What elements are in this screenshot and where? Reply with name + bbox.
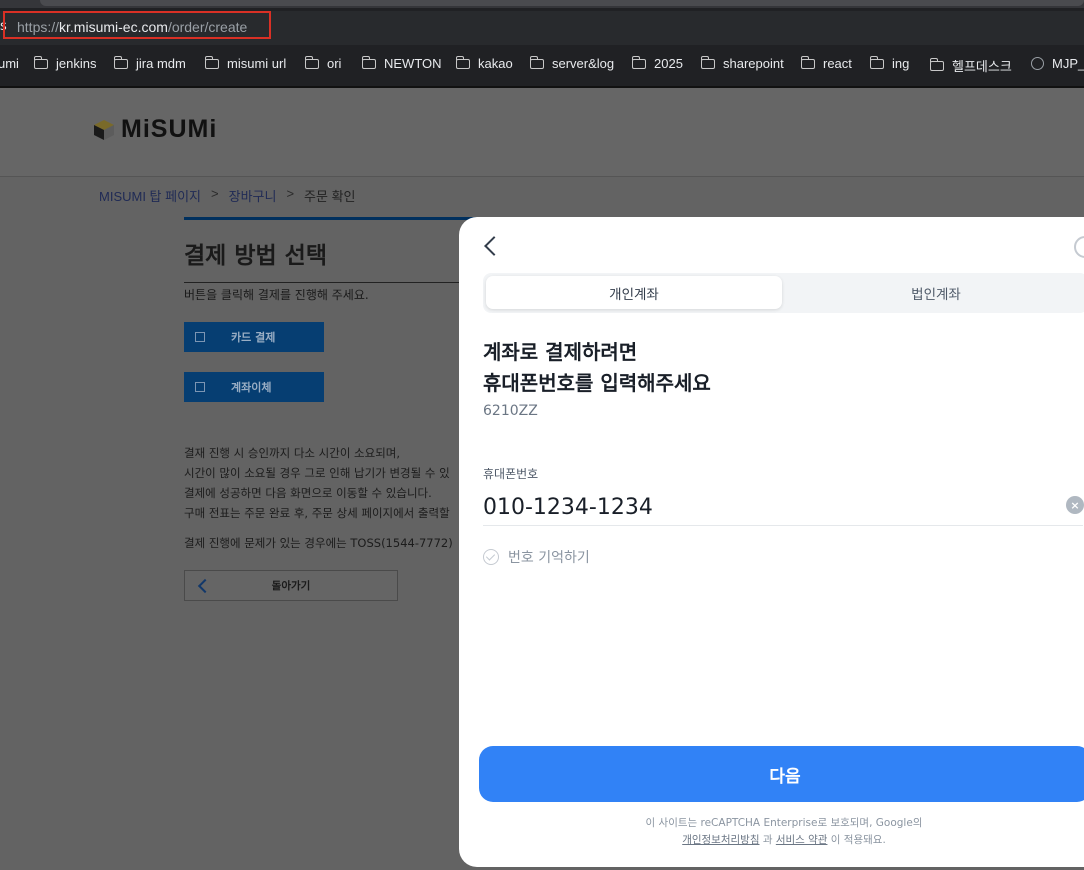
transfer-icon xyxy=(195,382,205,392)
folder-icon xyxy=(800,55,815,69)
folder-icon xyxy=(204,55,219,69)
note-line: 결제에 성공하면 다음 화면으로 이동할 수 있습니다. xyxy=(184,486,432,500)
recaptcha-tail: 이 적용돼요. xyxy=(827,834,886,846)
card-payment-label: 카드 결제 xyxy=(231,331,276,344)
remember-number-checkbox[interactable]: 번호 기억하기 xyxy=(483,547,590,567)
back-arrow-icon[interactable] xyxy=(484,236,504,256)
divider xyxy=(184,282,484,283)
bookmark-ing[interactable]: ing xyxy=(869,55,909,71)
folder-icon xyxy=(869,55,884,69)
heading-line-1: 계좌로 결제하려면 xyxy=(483,340,638,364)
breadcrumb-cart[interactable]: 장바구니 xyxy=(229,186,277,205)
bookmark-mjp[interactable]: MJP_R xyxy=(1031,56,1084,71)
bookmark-misumi-url[interactable]: misumi url xyxy=(204,55,286,71)
contact-note: 결제 진행에 문제가 있는 경우에는 TOSS(1544-7772) xyxy=(184,536,453,550)
misumi-logo[interactable]: MiSUMi xyxy=(93,115,217,144)
card-icon xyxy=(195,332,205,342)
folder-icon xyxy=(304,55,319,69)
note-line: 구매 전표는 주문 완료 후, 주문 상세 페이지에서 출력할 xyxy=(184,506,450,520)
heading-line-2: 휴대폰번호를 입력해주세요 xyxy=(483,371,711,395)
tab-business-account[interactable]: 법인계좌 xyxy=(788,276,1084,309)
check-circle-icon xyxy=(483,549,499,565)
folder-icon xyxy=(33,55,48,69)
bookmark-react[interactable]: react xyxy=(800,55,852,71)
bookmark-server-log[interactable]: server&log xyxy=(529,55,614,71)
bookmark-umi[interactable]: umi xyxy=(0,56,19,71)
folder-icon xyxy=(361,55,376,69)
folder-icon xyxy=(700,55,715,69)
order-code: 6210ZZ xyxy=(483,403,538,419)
folder-icon xyxy=(455,55,470,69)
terms-link[interactable]: 서비스 약관 xyxy=(776,834,828,846)
breadcrumb-current: 주문 확인 xyxy=(304,189,356,204)
bookmark-helpdesk[interactable]: 헬프데스크 xyxy=(929,56,1012,75)
folder-icon xyxy=(631,55,646,69)
payment-notes: 결재 진행 시 승인까지 다소 시간이 소요되며, 시간이 많이 소요될 경우 … xyxy=(184,443,453,553)
privacy-policy-link[interactable]: 개인정보처리방침 xyxy=(682,834,759,846)
bookmark-jenkins[interactable]: jenkins xyxy=(33,55,96,71)
card-payment-button[interactable]: 카드 결제 xyxy=(184,322,324,352)
breadcrumb: MISUMI 탑 페이지 > 장바구니 > 주문 확인 xyxy=(99,186,356,205)
folder-icon xyxy=(113,55,128,69)
breadcrumb-home[interactable]: MISUMI 탑 페이지 xyxy=(99,186,201,205)
bank-transfer-label: 계좌이체 xyxy=(231,381,272,394)
cube-logo-icon xyxy=(94,119,114,140)
logo-wordmark: MiSUMi xyxy=(121,115,218,143)
remember-number-label: 번호 기억하기 xyxy=(508,550,590,566)
tab-strip xyxy=(0,0,1084,8)
bookmark-newton[interactable]: NEWTON xyxy=(361,55,442,71)
payment-modal: 개인계좌 법인계좌 계좌로 결제하려면 휴대폰번호를 입력해주세요 6210ZZ… xyxy=(459,217,1084,867)
bookmark-sharepoint[interactable]: sharepoint xyxy=(700,55,784,71)
url-highlight-box xyxy=(3,11,271,39)
bookmark-ori[interactable]: ori xyxy=(304,55,341,71)
next-button[interactable]: 다음 xyxy=(479,746,1084,802)
bookmarks-bar: umi jenkins jira mdm misumi url ori NEWT… xyxy=(0,52,1084,76)
globe-icon xyxy=(1031,57,1044,70)
phone-input[interactable] xyxy=(483,489,1083,526)
title-accent-bar xyxy=(184,217,484,220)
recaptcha-and: 과 xyxy=(759,834,776,846)
modal-heading: 계좌로 결제하려면 휴대폰번호를 입력해주세요 xyxy=(483,337,711,399)
back-button[interactable]: 돌아가기 xyxy=(184,570,398,601)
payment-instruction: 버튼을 클릭해 결제를 진행해 주세요. xyxy=(184,288,369,302)
tab-personal-account[interactable]: 개인계좌 xyxy=(486,276,782,309)
close-circle-icon[interactable] xyxy=(1074,236,1084,258)
bookmark-2025[interactable]: 2025 xyxy=(631,55,683,71)
recaptcha-line-1: 이 사이트는 reCAPTCHA Enterprise로 보호되며, Googl… xyxy=(645,817,923,829)
back-button-label: 돌아가기 xyxy=(271,580,311,592)
clear-input-icon[interactable]: × xyxy=(1066,496,1084,514)
breadcrumb-separator: > xyxy=(286,186,295,201)
bank-transfer-button[interactable]: 계좌이체 xyxy=(184,372,324,402)
folder-icon xyxy=(929,57,944,71)
folder-icon xyxy=(529,55,544,69)
note-line: 결재 진행 시 승인까지 다소 시간이 소요되며, xyxy=(184,446,401,460)
bookmark-kakao[interactable]: kakao xyxy=(455,55,513,71)
breadcrumb-separator: > xyxy=(211,186,219,201)
account-type-tabs: 개인계좌 법인계좌 xyxy=(483,273,1084,313)
note-line: 시간이 많이 소요될 경우 그로 인해 납기가 변경될 수 있 xyxy=(184,466,450,480)
browser-chrome: s https://kr.misumi-ec.com/order/create … xyxy=(0,0,1084,86)
phone-label: 휴대폰번호 xyxy=(483,467,539,481)
page-title: 결제 방법 선택 xyxy=(184,243,327,269)
bookmark-jira-mdm[interactable]: jira mdm xyxy=(113,55,186,71)
recaptcha-notice: 이 사이트는 reCAPTCHA Enterprise로 보호되며, Googl… xyxy=(459,815,1084,849)
